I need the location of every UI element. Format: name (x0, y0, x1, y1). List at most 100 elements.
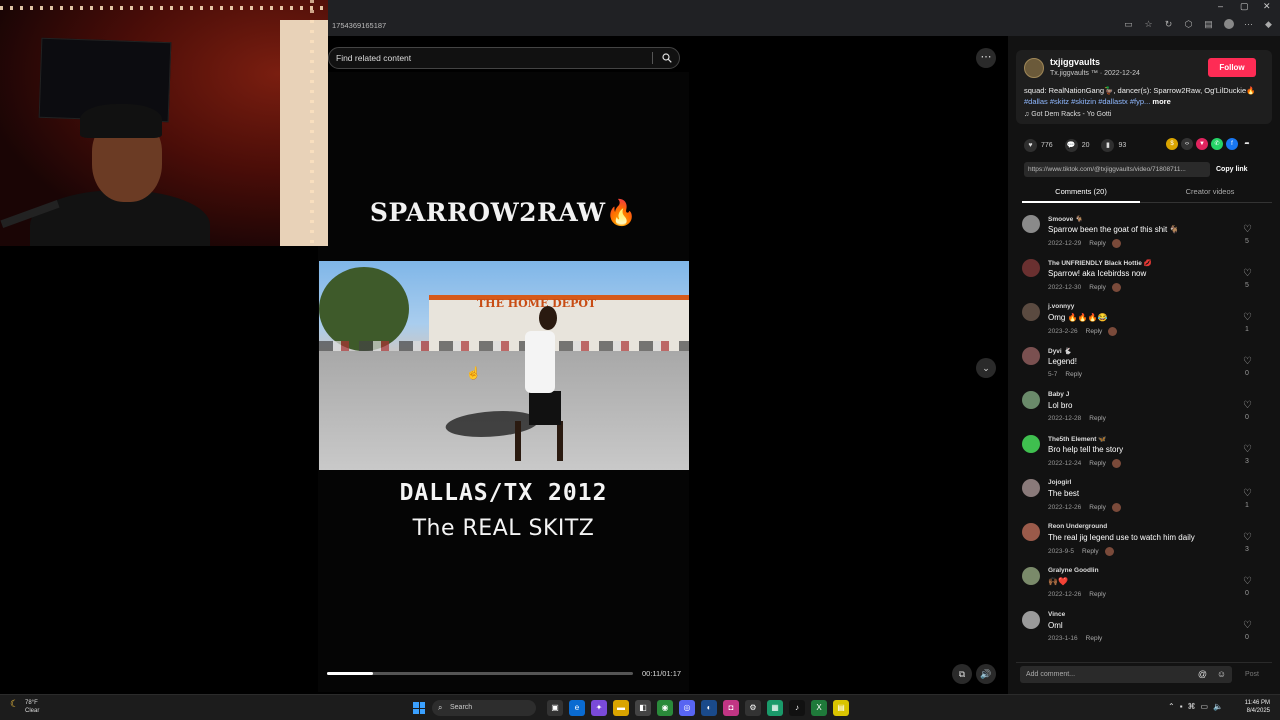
video-link-field[interactable]: https://www.tiktok.com/@txjiggvaults/vid… (1024, 162, 1210, 177)
tray-app-icon[interactable]: ▪ (1180, 702, 1183, 711)
reply-button[interactable]: Reply (1089, 504, 1106, 511)
excel-icon[interactable]: X (811, 700, 827, 716)
comment-username[interactable]: Gralyne Goodlin (1048, 567, 1099, 574)
monitor-icon[interactable]: ▭ (1201, 702, 1209, 711)
reply-button[interactable]: Reply (1082, 548, 1099, 555)
search-icon[interactable] (662, 53, 672, 63)
comment-username[interactable]: j.vonnyy (1048, 303, 1074, 310)
extensions-icon[interactable]: ⬡ (1183, 19, 1194, 31)
reply-button[interactable]: Reply (1089, 415, 1106, 422)
comment-avatar[interactable] (1022, 347, 1040, 365)
like-icon[interactable]: ♥ (1024, 138, 1037, 152)
next-video-button[interactable]: ⌄ (976, 358, 996, 378)
comment-username[interactable]: Reon Underground (1048, 523, 1107, 530)
comment-like-icon[interactable]: ♡ (1243, 620, 1252, 631)
refresh-icon[interactable]: ↻ (1163, 19, 1174, 31)
volume-icon[interactable]: 🔈 (1213, 702, 1223, 711)
comment-avatar[interactable] (1022, 215, 1040, 233)
tab-creator-videos[interactable]: Creator videos (1150, 184, 1270, 203)
comment-like-icon[interactable]: ♡ (1243, 532, 1252, 543)
comment-avatar[interactable] (1022, 479, 1040, 497)
comment-username[interactable]: Jojogirl (1048, 479, 1071, 486)
author-avatar[interactable] (1024, 58, 1044, 78)
instagram-icon[interactable]: ◘ (723, 700, 739, 716)
comment-like-icon[interactable]: ♡ (1243, 356, 1252, 367)
bookmark-icon[interactable]: ▮ (1101, 138, 1115, 152)
install-app-icon[interactable]: ▭ (1123, 19, 1134, 31)
reply-button[interactable]: Reply (1065, 371, 1082, 378)
task-view-icon[interactable]: ▣ (547, 700, 563, 716)
comment-avatar[interactable] (1022, 567, 1040, 585)
copilot-icon[interactable]: ◆ (1263, 19, 1274, 31)
reply-button[interactable]: Reply (1089, 240, 1106, 247)
comment-avatar[interactable] (1022, 391, 1040, 409)
emoji-icon[interactable]: ☺ (1215, 668, 1228, 681)
reply-button[interactable]: Reply (1089, 591, 1106, 598)
comment-like-icon[interactable]: ♡ (1243, 268, 1252, 279)
repost-icon[interactable]: ▼ (1196, 138, 1208, 150)
comment-like-icon[interactable]: ♡ (1243, 576, 1252, 587)
profile-avatar[interactable] (1223, 19, 1234, 31)
mention-icon[interactable]: @ (1196, 668, 1209, 681)
comment-username[interactable]: Baby J (1048, 391, 1069, 398)
app-icon[interactable]: ▦ (767, 700, 783, 716)
clock[interactable]: 11:46 PM 8/4/2025 (1245, 699, 1270, 715)
tab-comments[interactable]: Comments (20) (1022, 184, 1140, 203)
more-options-button[interactable]: ⋯ (976, 48, 996, 68)
more-link[interactable]: more (1152, 97, 1170, 106)
tiktok-icon[interactable]: ♪ (789, 700, 805, 716)
close-icon[interactable]: ✕ (1263, 1, 1271, 12)
chrome-icon[interactable]: ◉ (657, 700, 673, 716)
comment-username[interactable]: The5th Element 🦋 (1048, 435, 1106, 443)
comment-username[interactable]: The UNFRIENDLY Black Hottie 💋 (1048, 259, 1152, 267)
comment-avatar[interactable] (1022, 303, 1040, 321)
comment-avatar[interactable] (1022, 435, 1040, 453)
embed-icon[interactable]: ‹› (1181, 138, 1193, 150)
whatsapp-icon[interactable]: ✆ (1211, 138, 1223, 150)
discord-icon[interactable]: ◎ (679, 700, 695, 716)
hashtags[interactable]: #dallas #skitz #skitzin #dallastx #fyp..… (1024, 97, 1150, 106)
author-username[interactable]: txjiggvaults (1050, 57, 1100, 67)
follow-button[interactable]: Follow (1208, 58, 1256, 77)
reply-button[interactable]: Reply (1086, 635, 1103, 642)
add-comment-input[interactable]: Add comment... @ ☺ (1020, 666, 1232, 683)
copy-link-button[interactable]: Copy link (1216, 162, 1248, 177)
comment-username[interactable]: Dyvi 🐇 (1048, 347, 1072, 355)
bookmark-star-icon[interactable]: ☆ (1143, 19, 1154, 31)
video-clip[interactable]: THE HOME DEPOT (319, 261, 689, 470)
comment-like-icon[interactable]: ♡ (1243, 400, 1252, 411)
steam-icon[interactable]: ◐ (701, 700, 717, 716)
comment-like-icon[interactable]: ♡ (1243, 312, 1252, 323)
pip-button[interactable]: ⧉ (952, 664, 972, 684)
comment-like-icon[interactable]: ♡ (1243, 488, 1252, 499)
store-icon[interactable]: ◧ (635, 700, 651, 716)
comment-like-icon[interactable]: ♡ (1243, 444, 1252, 455)
copilot-app-icon[interactable]: ✦ (591, 700, 607, 716)
reply-button[interactable]: Reply (1089, 284, 1106, 291)
menu-icon[interactable]: ⋯ (1243, 19, 1254, 31)
reply-button[interactable]: Reply (1086, 328, 1103, 335)
post-button[interactable]: Post (1245, 666, 1259, 683)
music-track[interactable]: ♫ Got Dem Racks - Yo Gotti (1024, 111, 1111, 118)
comment-avatar[interactable] (1022, 611, 1040, 629)
volume-button[interactable]: 🔊 (976, 664, 996, 684)
sticky-notes-icon[interactable]: ▤ (833, 700, 849, 716)
taskbar-search[interactable]: ⌕ Search (432, 700, 536, 716)
comment-like-icon[interactable]: ♡ (1243, 224, 1252, 235)
address-bar[interactable]: 1754369165187 (328, 18, 1128, 34)
tray-chevron-icon[interactable]: ⌃ (1168, 702, 1175, 711)
coin-icon[interactable]: $ (1166, 138, 1178, 150)
facebook-icon[interactable]: f (1226, 138, 1238, 150)
minimize-icon[interactable]: – (1218, 1, 1223, 11)
comment-avatar[interactable] (1022, 523, 1040, 541)
start-button[interactable] (413, 702, 425, 714)
comment-icon[interactable]: 💬 (1064, 138, 1078, 152)
search-input[interactable]: Find related content (328, 47, 680, 69)
comment-username[interactable]: Vince (1048, 611, 1065, 618)
comment-avatar[interactable] (1022, 259, 1040, 277)
maximize-icon[interactable]: ▢ (1240, 1, 1249, 12)
reply-button[interactable]: Reply (1089, 460, 1106, 467)
comment-username[interactable]: Smoove 🐐 (1048, 215, 1083, 223)
edge-icon[interactable]: e (569, 700, 585, 716)
network-icon[interactable]: ⌘ (1188, 702, 1196, 711)
